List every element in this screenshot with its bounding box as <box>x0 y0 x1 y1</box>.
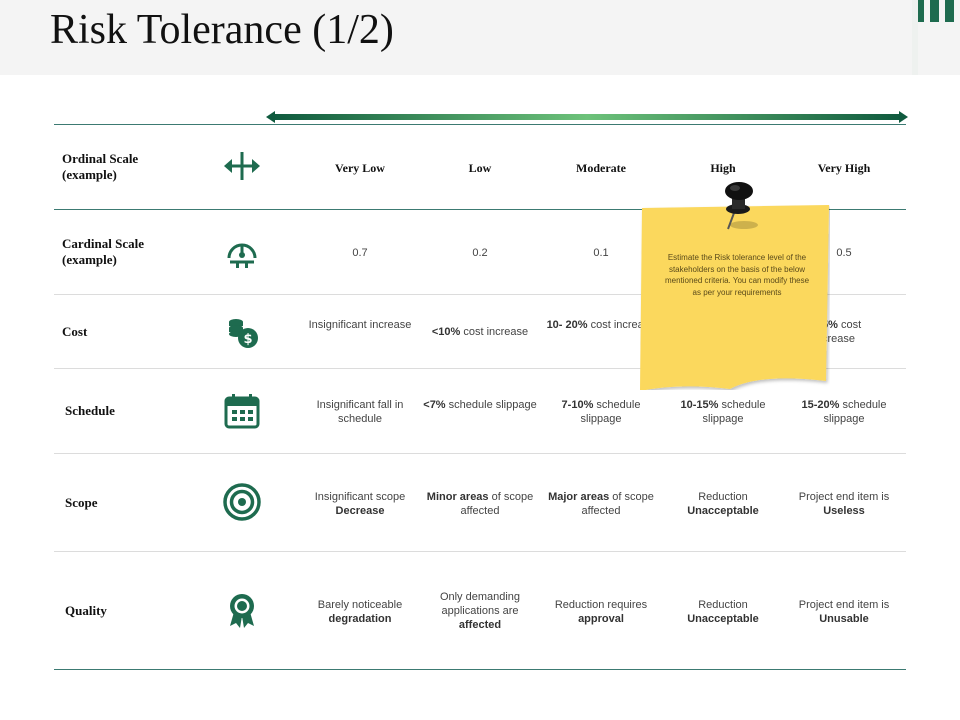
cost-cell: 5% cost crease <box>822 319 862 345</box>
svg-text:$: $ <box>243 332 252 347</box>
decor-bar <box>945 0 954 22</box>
coins-dollar-icon: $ <box>229 319 258 348</box>
cardinal-value: 0.7 <box>352 247 368 259</box>
scale-arrow <box>266 111 908 123</box>
rule <box>54 124 906 125</box>
column-header-moderate: Moderate <box>576 161 626 175</box>
row-label-cardinal-scale: Cardinal Scale (example) <box>62 236 144 267</box>
schedule-cell: 7-10% schedule slippage <box>561 399 641 425</box>
cost-cell: Insignificant increase <box>308 319 412 331</box>
scope-cell: Minor areas of scope affected <box>426 491 534 517</box>
quality-cell: Only demanding applications are affected <box>439 591 521 631</box>
cost-cell: <10% cost increase <box>431 326 529 338</box>
schedule-cell: <7% schedule slippage <box>423 399 537 411</box>
gauge-icon <box>227 243 257 268</box>
row-label-cost: Cost <box>62 324 88 339</box>
sticky-note-text: Estimate the Risk tolerance level of the… <box>664 253 810 297</box>
award-badge-icon <box>230 594 254 628</box>
row-label-scope: Scope <box>65 495 98 510</box>
schedule-cell: Insignificant fall in schedule <box>316 399 404 425</box>
push-pin-icon <box>725 182 758 230</box>
scope-cell: Insignificant scope Decrease <box>314 491 406 517</box>
rule <box>54 669 906 670</box>
schedule-cell: 15-20% schedule slippage <box>801 399 887 425</box>
column-header-very-high: Very High <box>817 161 871 175</box>
target-icon <box>223 483 261 521</box>
rule <box>54 551 906 552</box>
column-header-very-low: Very Low <box>335 161 385 175</box>
quality-cell: Project end item is Unusable <box>798 599 890 625</box>
rule <box>54 453 906 454</box>
column-header-low: Low <box>468 161 492 175</box>
quality-cell: Reduction requires approval <box>554 599 648 625</box>
calendar-icon <box>224 394 260 429</box>
scope-cell: Project end item is Useless <box>798 491 890 517</box>
row-label-schedule: Schedule <box>65 403 115 418</box>
scope-cell: Major areas of scope affected <box>548 491 654 517</box>
column-header-high: High <box>710 161 736 175</box>
page-title: Risk Tolerance (1/2) <box>50 7 394 53</box>
horizontal-double-arrow-icon <box>224 152 260 180</box>
quality-cell: Barely noticeable degradation <box>317 599 403 625</box>
cardinal-value: 0.2 <box>472 247 488 259</box>
row-label-ordinal-scale: Ordinal Scale (example) <box>62 151 139 182</box>
decor-bar <box>930 0 939 22</box>
decor-stripe <box>912 0 918 75</box>
scope-cell: Reduction Unacceptable <box>687 491 759 517</box>
row-label-quality: Quality <box>65 603 107 618</box>
schedule-cell: 10-15% schedule slippage <box>680 399 766 425</box>
quality-cell: Reduction Unacceptable <box>687 599 759 625</box>
